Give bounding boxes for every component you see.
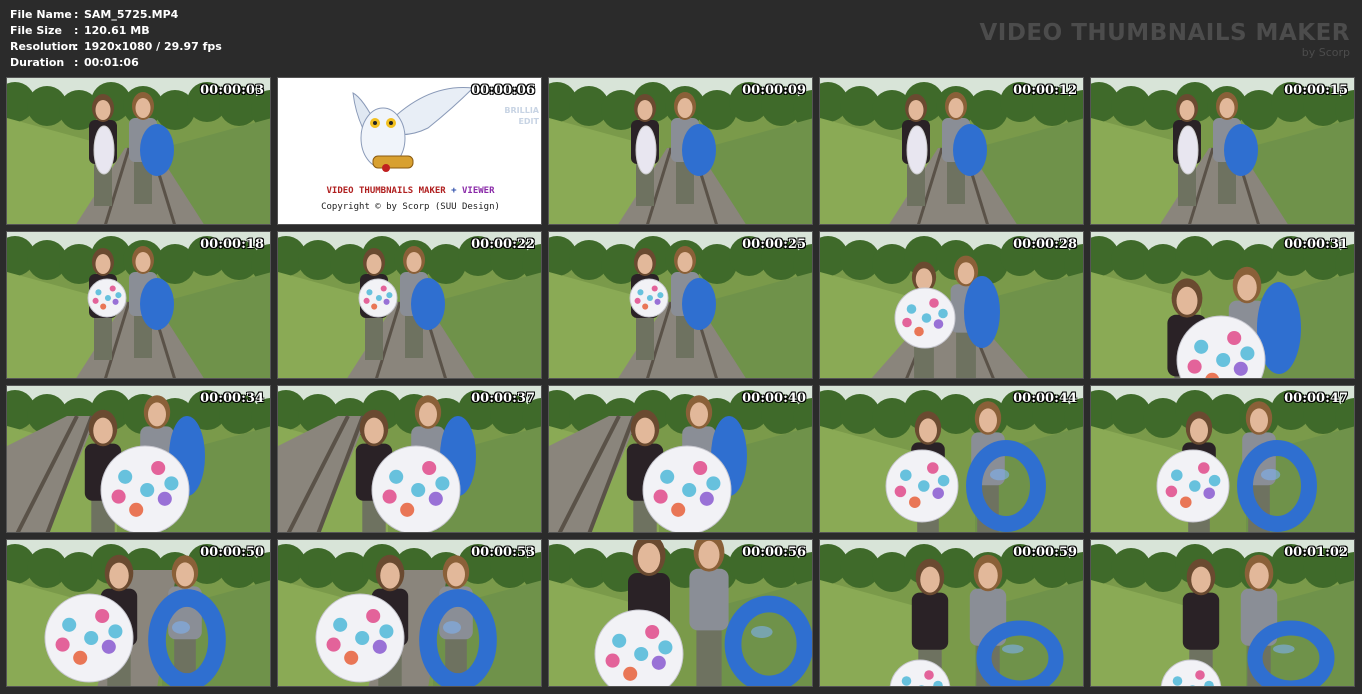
thumbnail-timestamp: 00:00:44 xyxy=(1013,391,1077,406)
video-thumbnail[interactable]: 00:00:40 xyxy=(548,385,813,533)
thumbnail-timestamp: 00:01:02 xyxy=(1284,545,1348,560)
video-thumbnail[interactable]: 00:00:25 xyxy=(548,231,813,379)
thumbnail-frame-image xyxy=(549,232,812,378)
thumbnail-timestamp: 00:00:37 xyxy=(471,391,535,406)
logo-copyright: Copyright © by Scorp (SUU Design) xyxy=(321,202,500,212)
info-value: 1920x1080 / 29.97 fps xyxy=(84,40,222,53)
thumbnail-timestamp: 00:00:12 xyxy=(1013,83,1077,98)
video-thumbnail[interactable]: VIDEO THUMBNAILS MAKER + VIEWER Copyright… xyxy=(277,77,542,225)
thumbnail-timestamp: 00:00:47 xyxy=(1284,391,1348,406)
thumbnail-frame-image xyxy=(7,540,270,686)
video-thumbnail[interactable]: 00:00:44 xyxy=(819,385,1084,533)
info-value: 120.61 MB xyxy=(84,24,150,37)
thumbnail-frame-image xyxy=(7,386,270,532)
thumbnail-frame-image xyxy=(278,540,541,686)
logo-faint-line: EDIT xyxy=(518,117,539,126)
info-value: 00:01:06 xyxy=(84,56,139,69)
thumbnail-timestamp: 00:00:50 xyxy=(200,545,264,560)
thumbnail-timestamp: 00:00:06 xyxy=(471,83,535,98)
video-thumbnail[interactable]: 00:00:37 xyxy=(277,385,542,533)
video-thumbnail[interactable]: 00:00:18 xyxy=(6,231,271,379)
info-key: Duration xyxy=(10,56,65,69)
thumbnail-timestamp: 00:00:53 xyxy=(471,545,535,560)
thumbnail-timestamp: 00:00:34 xyxy=(200,391,264,406)
video-thumbnail[interactable]: 00:00:34 xyxy=(6,385,271,533)
thumbnail-timestamp: 00:00:56 xyxy=(742,545,806,560)
thumbnail-frame-image xyxy=(7,232,270,378)
thumbnail-frame-image xyxy=(549,386,812,532)
info-separator: : xyxy=(74,8,79,21)
video-thumbnail[interactable]: 00:00:22 xyxy=(277,231,542,379)
file-info-panel: File Name: SAM_5725.MP4 File Size:120.61 M… xyxy=(10,7,222,71)
thumbnail-timestamp: 00:00:40 xyxy=(742,391,806,406)
thumbnail-frame-image xyxy=(820,540,1083,686)
video-thumbnail[interactable]: 00:00:59 xyxy=(819,539,1084,687)
brand-title: VIDEO THUMBNAILS MAKER xyxy=(979,20,1350,46)
thumbnail-timestamp: 00:00:31 xyxy=(1284,237,1348,252)
thumbnail-grid: 00:00:03 VIDEO THUMBNAILS MAKER + VIEWER C… xyxy=(6,77,1358,689)
logo-title-part: VIEWER xyxy=(461,186,495,196)
thumbnail-timestamp: 00:00:22 xyxy=(471,237,535,252)
info-separator: : xyxy=(74,24,79,37)
info-key: Resolution xyxy=(10,40,77,53)
thumbnail-frame-image xyxy=(820,78,1083,224)
info-value: SAM_5725.MP4 xyxy=(84,8,179,21)
thumbnail-frame-image xyxy=(1091,540,1354,686)
video-thumbnail[interactable]: 00:00:12 xyxy=(819,77,1084,225)
info-key: File Size xyxy=(10,24,62,37)
video-thumbnail[interactable]: 00:00:50 xyxy=(6,539,271,687)
video-thumbnail[interactable]: 00:00:03 xyxy=(6,77,271,225)
video-thumbnail[interactable]: 00:00:53 xyxy=(277,539,542,687)
info-row: Duration:00:01:06 xyxy=(10,55,222,71)
video-thumbnail[interactable]: 00:00:56 xyxy=(548,539,813,687)
video-thumbnail[interactable]: 00:00:47 xyxy=(1090,385,1355,533)
thumbnail-sheet: File Name: SAM_5725.MP4 File Size:120.61 M… xyxy=(0,0,1362,694)
logo-title-part: VIDEO THUMBNAILS MAKER xyxy=(326,186,446,196)
brand-subtitle: by Scorp xyxy=(1301,46,1350,59)
thumbnail-frame-image xyxy=(1091,232,1354,378)
logo-faint-line: BRILLIA xyxy=(504,106,539,115)
brand-watermark: VIDEO THUMBNAILS MAKER by Scorp xyxy=(979,20,1350,59)
logo-title-part: + xyxy=(445,186,462,196)
thumbnail-frame-image xyxy=(549,540,812,686)
info-separator: : xyxy=(74,40,79,53)
thumbnail-timestamp: 00:00:28 xyxy=(1013,237,1077,252)
thumbnail-frame-image xyxy=(820,232,1083,378)
logo-faint-text: BRILLIA EDIT xyxy=(504,105,539,127)
thumbnail-frame-image xyxy=(1091,78,1354,224)
info-key: File Name xyxy=(10,8,72,21)
thumbnail-frame-image xyxy=(278,232,541,378)
video-thumbnail[interactable]: 00:00:31 xyxy=(1090,231,1355,379)
thumbnail-frame-image xyxy=(1091,386,1354,532)
info-separator: : xyxy=(74,56,79,69)
thumbnail-timestamp: 00:00:59 xyxy=(1013,545,1077,560)
thumbnail-timestamp: 00:00:09 xyxy=(742,83,806,98)
video-thumbnail[interactable]: 00:00:09 xyxy=(548,77,813,225)
thumbnail-frame-image xyxy=(7,78,270,224)
info-row: File Size:120.61 MB xyxy=(10,23,222,39)
video-thumbnail[interactable]: 00:00:15 xyxy=(1090,77,1355,225)
video-thumbnail[interactable]: 00:00:28 xyxy=(819,231,1084,379)
thumbnail-frame-image xyxy=(549,78,812,224)
video-thumbnail[interactable]: 00:01:02 xyxy=(1090,539,1355,687)
info-row: Resolution:1920x1080 / 29.97 fps xyxy=(10,39,222,55)
logo-title: VIDEO THUMBNAILS MAKER + VIEWER xyxy=(278,186,541,196)
thumbnail-timestamp: 00:00:15 xyxy=(1284,83,1348,98)
thumbnail-timestamp: 00:00:18 xyxy=(200,237,264,252)
thumbnail-timestamp: 00:00:03 xyxy=(200,83,264,98)
info-row: File Name: SAM_5725.MP4 xyxy=(10,7,222,23)
thumbnail-frame-image xyxy=(820,386,1083,532)
thumbnail-timestamp: 00:00:25 xyxy=(742,237,806,252)
thumbnail-frame-image xyxy=(278,386,541,532)
